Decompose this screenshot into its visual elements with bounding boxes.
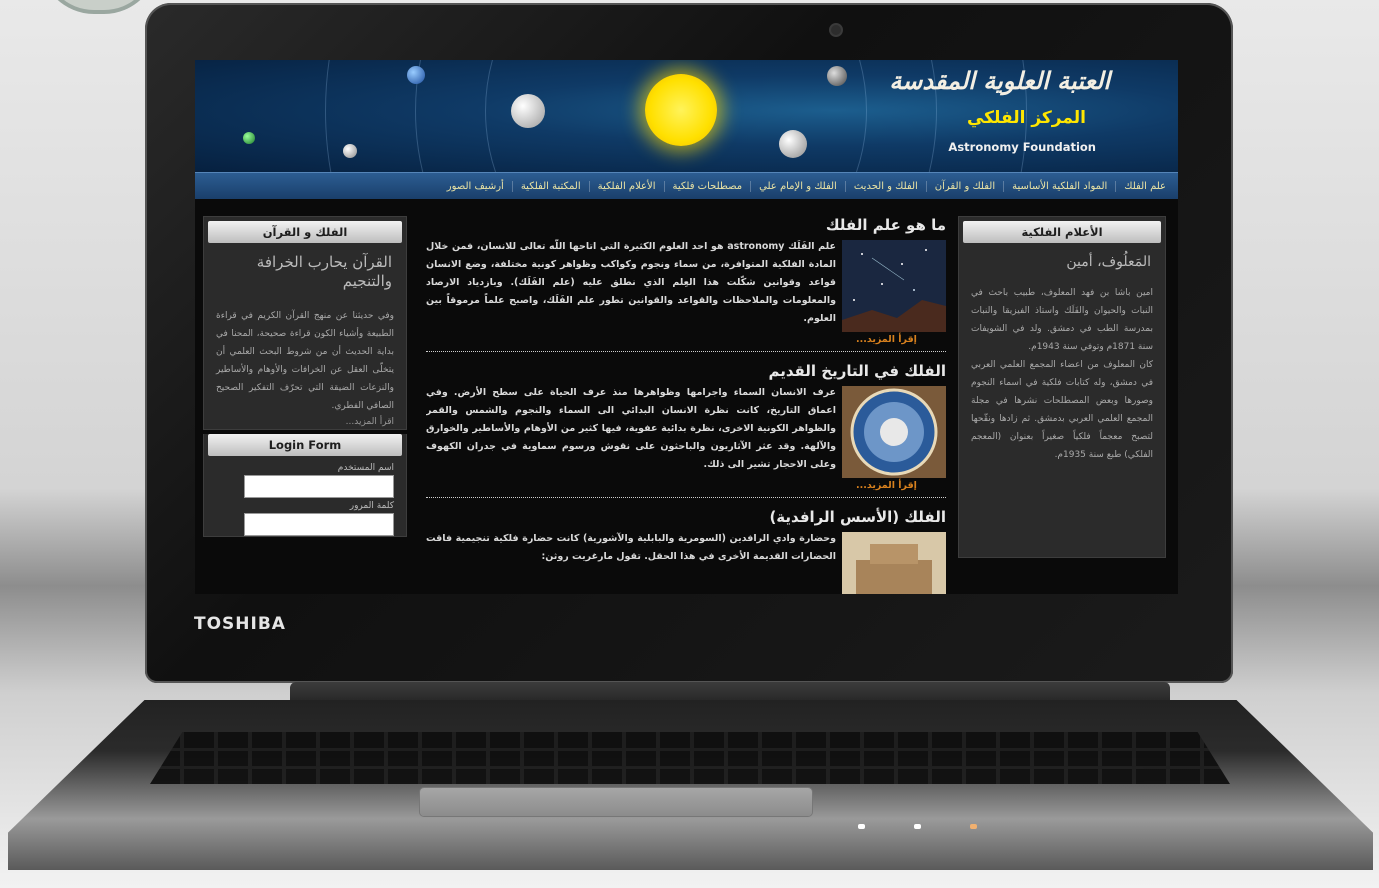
read-more-link[interactable]: اقرأ المزيد... [204, 415, 406, 429]
article-title[interactable]: الفلك في التاريخ القديم [426, 362, 946, 384]
earth-icon [407, 66, 425, 84]
ancient-tile-thumbnail [842, 386, 946, 478]
planet-icon [243, 132, 255, 144]
content-area: الأعلام الفلكية المَعلُوف، أمين امين باش… [195, 208, 1178, 594]
divider [426, 497, 946, 498]
figure-paragraph: كان المعلوف من اعضاء المجمع العلمي العرب… [971, 360, 1153, 460]
login-form-title: Login Form [208, 434, 402, 456]
website-screen: العتبة العلوية المقدسة المركز الفلكي Ast… [195, 60, 1178, 594]
webcam-icon [831, 25, 841, 35]
touchpad [420, 788, 812, 816]
laptop-base [8, 700, 1373, 870]
figures-box: الأعلام الفلكية المَعلُوف، أمين امين باش… [958, 216, 1166, 558]
quran-box-title: الفلك و القرآن [208, 221, 402, 243]
articles-column: ما هو علم الفلك علم الفَلَك astronomy هو… [426, 216, 946, 594]
figures-box-title: الأعلام الفلكية [963, 221, 1161, 243]
article: ما هو علم الفلك علم الفَلَك astronomy هو… [426, 216, 946, 352]
moon-icon [511, 94, 545, 128]
article-title[interactable]: ما هو علم الفلك [426, 216, 946, 238]
planet-icon [827, 66, 847, 86]
status-led-icon [970, 824, 977, 829]
username-input[interactable] [244, 475, 394, 498]
quran-box: الفلك و القرآن القرآن يحارب الخرافة والت… [203, 216, 407, 430]
nav-item-photo-archive[interactable]: أرشيف الصور [439, 181, 512, 192]
quran-headline[interactable]: القرآن يحارب الخرافة والتنجيم [204, 247, 406, 297]
site-banner: العتبة العلوية المقدسة المركز الفلكي Ast… [195, 60, 1178, 172]
nav-item-astronomy-quran[interactable]: الفلك و القرآن [925, 180, 1003, 192]
read-more-link[interactable]: إقرأ المزيد... [856, 478, 946, 491]
figure-name[interactable]: المَعلُوف، أمين [959, 247, 1165, 278]
left-sidebar: الفلك و القرآن القرآن يحارب الخرافة والت… [203, 216, 407, 594]
password-input[interactable] [244, 513, 394, 536]
emblem-partial [40, 0, 158, 14]
planet-icon [779, 130, 807, 158]
article: الفلك في التاريخ القديم عرف الانسان السم… [426, 362, 946, 498]
status-led-icon [914, 824, 921, 829]
center-title: المركز الفلكي [966, 108, 1086, 128]
status-led-icon [858, 824, 865, 829]
planet-icon [343, 144, 357, 158]
sun-icon [645, 74, 717, 146]
article: الفلك (الأسس الرافدية) وحضارة وادي الراف… [426, 508, 946, 594]
article-title[interactable]: الفلك (الأسس الرافدية) [426, 508, 946, 530]
nav-item-basic-materials[interactable]: المواد الفلكية الأساسية [1003, 180, 1115, 192]
password-label: كلمة المرور [349, 501, 394, 511]
nav-item-astronomy[interactable]: علم الفلك [1115, 180, 1174, 192]
nav-item-astronomy-hadith[interactable]: الفلك و الحديث [844, 180, 926, 192]
keyboard [150, 732, 1230, 784]
nav-item-library[interactable]: المكتبة الفلكية [511, 180, 589, 192]
quran-body: وفي حديثنا عن منهج القرآن الكريم في قراء… [216, 311, 394, 411]
center-subtitle: Astronomy Foundation [948, 140, 1096, 154]
read-more-link[interactable]: إقرأ المزيد... [856, 332, 946, 345]
night-sky-thumbnail [842, 240, 946, 332]
figure-paragraph: امين باشا بن فهد المعلوف، طبيب باحث في ا… [971, 288, 1153, 352]
ziggurat-thumbnail [842, 532, 946, 594]
login-form: Login Form اسم المستخدم كلمة المرور [203, 434, 407, 537]
site-logo[interactable]: العتبة العلوية المقدسة [889, 66, 1110, 95]
username-label: اسم المستخدم [337, 463, 394, 473]
nav-item-astronomy-imam-ali[interactable]: الفلك و الإمام علي [750, 180, 845, 192]
divider [426, 351, 946, 352]
nav-item-figures[interactable]: الأعلام الفلكية [588, 180, 664, 192]
main-navigation: علم الفلك المواد الفلكية الأساسية الفلك … [195, 172, 1178, 199]
laptop-brand-logo: TOSHIBA [194, 614, 286, 634]
nav-item-terms[interactable]: مصطلحات فلكية [663, 180, 751, 192]
